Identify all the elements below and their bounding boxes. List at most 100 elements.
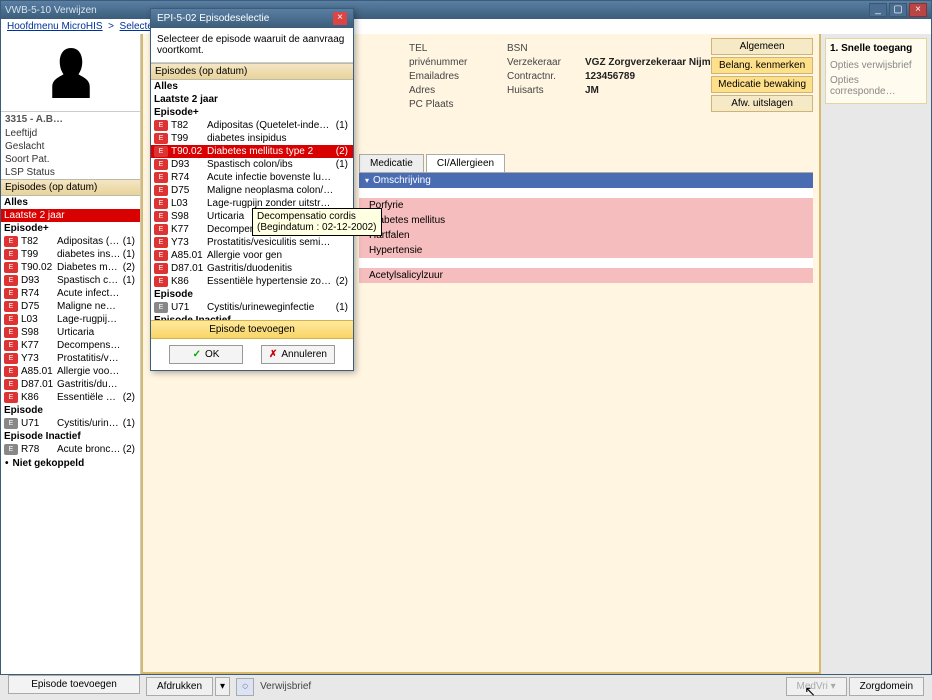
maximize-button[interactable]: ▢ bbox=[889, 3, 907, 17]
dialog-episode-list[interactable]: Alles Laatste 2 jaar Episode+ ET82Adipos… bbox=[151, 80, 353, 320]
verwijsbrief-label: Verwijsbrief bbox=[260, 681, 311, 692]
episode-row[interactable]: EU71Cystitis/urin…(1) bbox=[1, 417, 140, 430]
cancel-button[interactable]: ✗Annuleren bbox=[261, 345, 335, 364]
episode-row[interactable]: ET82Adipositas (…(1) bbox=[1, 235, 140, 248]
zorgdomein-button[interactable]: Zorgdomein bbox=[849, 677, 924, 696]
episode-row[interactable]: ET99diabetes insi…(1) bbox=[1, 248, 140, 261]
episode-row[interactable]: EY73Prostatitis/vesiculitis seminalis bbox=[151, 236, 353, 249]
episode-row[interactable]: EA85.01Allergie voor gen bbox=[151, 249, 353, 262]
episode-code: D87.01 bbox=[21, 379, 57, 390]
tab-medicatie[interactable]: Medicatie bbox=[359, 154, 424, 172]
episode-icon: E bbox=[4, 275, 18, 286]
left-episode-list[interactable]: Alles Laatste 2 jaar Episode+ ET82Adipos… bbox=[1, 196, 140, 471]
episode-row[interactable]: EY73Prostatitis/v… bbox=[1, 352, 140, 365]
episode-count: (2) bbox=[334, 276, 350, 287]
episode-icon: E bbox=[4, 314, 18, 325]
patient-info-line: LSP Status bbox=[1, 166, 140, 179]
group-episode-plus[interactable]: Episode+ bbox=[1, 222, 140, 235]
dialog-episode-toevoegen[interactable]: Episode toevoegen bbox=[151, 320, 353, 339]
episode-icon: E bbox=[154, 211, 168, 222]
app-window: VWB-5-10 Verwijzen _ ▢ × Hoofdmenu Micro… bbox=[0, 0, 932, 675]
episode-row[interactable]: EL03Lage-rugpijn… bbox=[1, 313, 140, 326]
grid-header[interactable]: Omschrijving bbox=[359, 173, 813, 188]
episode-row[interactable]: EA85.01Allergie voor… bbox=[1, 365, 140, 378]
episode-row[interactable]: EU71Cystitis/urineweginfectie(1) bbox=[151, 301, 353, 314]
allergy-row[interactable]: Diabetes mellitus bbox=[359, 213, 813, 228]
episode-row[interactable]: ED87.01Gastritis/duo… bbox=[1, 378, 140, 391]
episode-row[interactable]: ES98Urticaria bbox=[1, 326, 140, 339]
side-button[interactable]: Belang. kenmerken bbox=[711, 57, 813, 74]
group-episode-inactief[interactable]: Episode Inactief bbox=[1, 430, 140, 443]
episode-row[interactable]: ET99diabetes insipidus bbox=[151, 132, 353, 145]
allergy-row[interactable]: Hypertensie bbox=[359, 243, 813, 258]
afdrukken-dropdown[interactable]: ▾ bbox=[215, 677, 230, 696]
episode-text: Essentiële h… bbox=[57, 392, 121, 403]
episode-row[interactable]: ED75Maligne neo… bbox=[1, 300, 140, 313]
episode-row[interactable]: ET90.02Diabetes mel…(2) bbox=[1, 261, 140, 274]
episode-icon: E bbox=[154, 276, 168, 287]
episode-code: Y73 bbox=[21, 353, 57, 364]
niet-gekoppeld[interactable]: Niet gekoppeld bbox=[1, 456, 140, 471]
episode-row[interactable]: EK86Essentiële h…(2) bbox=[1, 391, 140, 404]
group-laatste-2-jaar[interactable]: Laatste 2 jaar bbox=[1, 209, 140, 222]
episode-text: diabetes insipidus bbox=[207, 133, 334, 144]
episode-row[interactable]: ER74Acute infecti… bbox=[1, 287, 140, 300]
crumb-home[interactable]: Hoofdmenu MicroHIS bbox=[7, 21, 103, 32]
episode-row[interactable]: ER78Acute bronc…(2) bbox=[1, 443, 140, 456]
episode-count: (2) bbox=[121, 392, 137, 403]
episode-code: K77 bbox=[171, 224, 207, 235]
episode-row[interactable]: ET90.02Diabetes mellitus type 2(2) bbox=[151, 145, 353, 158]
episode-text: Maligne neoplasma colon/rectum bbox=[207, 185, 334, 196]
episode-row[interactable]: EK77Decompensa… bbox=[1, 339, 140, 352]
episode-row[interactable]: ER74Acute infectie bovenste luchtwegen bbox=[151, 171, 353, 184]
side-button[interactable]: Medicatie bewaking bbox=[711, 76, 813, 93]
episode-code: R78 bbox=[21, 444, 57, 455]
episode-row[interactable]: ED93Spastisch col…(1) bbox=[1, 274, 140, 287]
group-episode[interactable]: Episode bbox=[1, 404, 140, 417]
episode-row[interactable]: EK86Essentiële hypertensie zonder org…(2… bbox=[151, 275, 353, 288]
dialog-group-epplus[interactable]: Episode+ bbox=[151, 106, 353, 119]
episode-text: Cystitis/urineweginfectie bbox=[207, 302, 334, 313]
episode-count: (1) bbox=[334, 302, 350, 313]
patient-avatar bbox=[1, 34, 140, 112]
side-button[interactable]: Afw. uitslagen bbox=[711, 95, 813, 112]
dialog-close-button[interactable]: × bbox=[333, 12, 347, 25]
medvri-button[interactable]: MedVri ▾ bbox=[786, 677, 847, 696]
patient-header-right: BSNVerzekeraarVGZ Zorgverzekeraar Nijmeg… bbox=[497, 40, 744, 114]
episode-code: T90.02 bbox=[171, 146, 207, 157]
episode-icon: E bbox=[154, 159, 168, 170]
episode-toevoegen-button[interactable]: Episode toevoegen bbox=[8, 675, 140, 694]
episode-selection-dialog: EPI-5-02 Episodeselectie × Selecteer de … bbox=[150, 8, 354, 371]
opties-verwijsbrief[interactable]: Opties verwijsbrief bbox=[830, 58, 922, 73]
breadcrumb: Hoofdmenu MicroHIS > Selecteer patien bbox=[1, 19, 931, 34]
episode-row[interactable]: ED75Maligne neoplasma colon/rectum bbox=[151, 184, 353, 197]
dialog-group-l2j[interactable]: Laatste 2 jaar bbox=[151, 93, 353, 106]
refresh-icon[interactable]: ◌ bbox=[236, 678, 254, 696]
left-sidebar: 3315 - A.B… LeeftijdGeslachtSoort Pat.LS… bbox=[1, 34, 141, 674]
episode-icon: E bbox=[154, 133, 168, 144]
close-button[interactable]: × bbox=[909, 3, 927, 17]
episode-text: Maligne neo… bbox=[57, 301, 121, 312]
episode-code: U71 bbox=[21, 418, 57, 429]
episode-row[interactable]: ED87.01Gastritis/duodenitis bbox=[151, 262, 353, 275]
minimize-button[interactable]: _ bbox=[869, 3, 887, 17]
episodes-panel-title: Episodes (op datum) bbox=[1, 179, 140, 196]
episode-code: D87.01 bbox=[171, 263, 207, 274]
allergy-row[interactable]: Acetylsalicylzuur bbox=[359, 268, 813, 283]
side-button[interactable]: Algemeen bbox=[711, 38, 813, 55]
episode-icon: E bbox=[4, 301, 18, 312]
episode-row[interactable]: ED93Spastisch colon/ibs(1) bbox=[151, 158, 353, 171]
tab-ci-allergieen[interactable]: CI/Allergieen bbox=[426, 154, 505, 172]
group-alles[interactable]: Alles bbox=[1, 196, 140, 209]
allergy-row[interactable]: Porfyrie bbox=[359, 198, 813, 213]
dialog-group-alles[interactable]: Alles bbox=[151, 80, 353, 93]
opties-correspondentie[interactable]: Opties corresponde… bbox=[830, 73, 922, 99]
episode-icon: E bbox=[154, 172, 168, 183]
episode-row[interactable]: ET82Adipositas (Quetelet-index >30)(1) bbox=[151, 119, 353, 132]
allergy-row[interactable]: Hartfalen bbox=[359, 228, 813, 243]
right-sidebar: 1. Snelle toegang Opties verwijsbrief Op… bbox=[821, 34, 931, 674]
ok-button[interactable]: ✓OK bbox=[169, 345, 243, 364]
episode-icon: E bbox=[154, 250, 168, 261]
dialog-group-episode[interactable]: Episode bbox=[151, 288, 353, 301]
afdrukken-button[interactable]: Afdrukken bbox=[146, 677, 213, 696]
